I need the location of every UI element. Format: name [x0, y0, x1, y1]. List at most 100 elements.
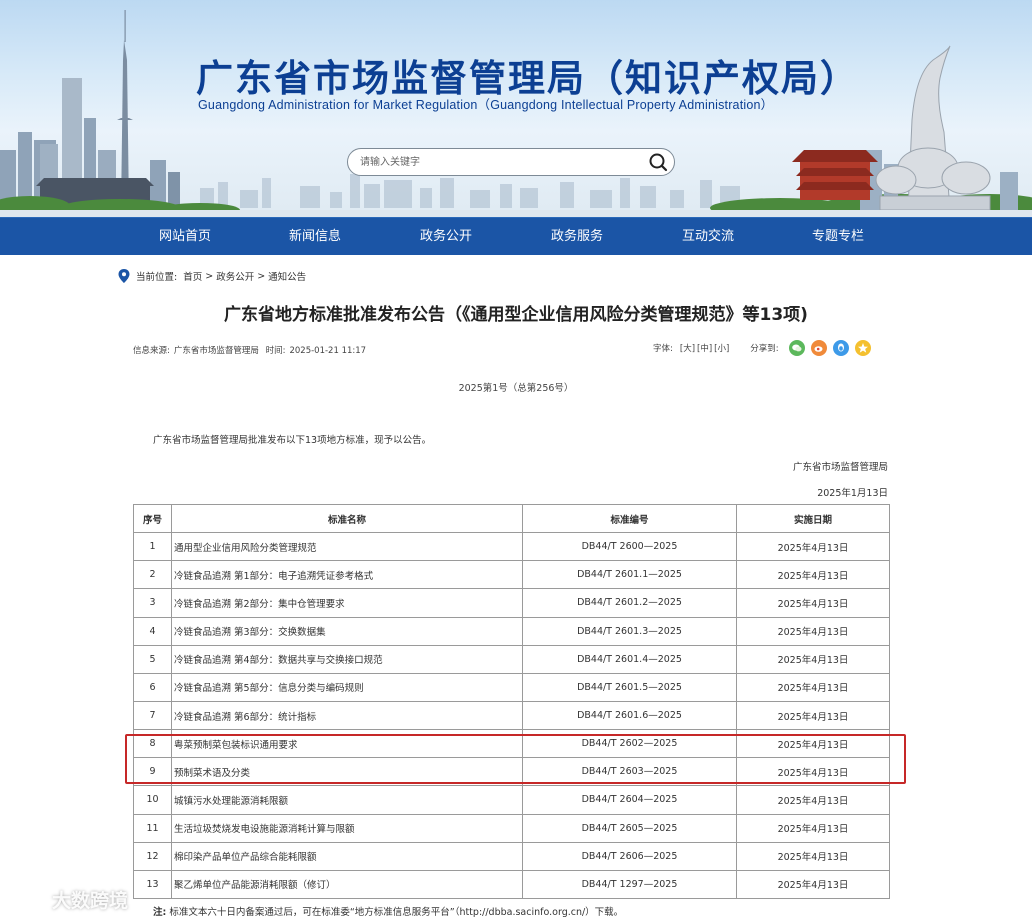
row-standard-name: 冷链食品追溯 第5部分：信息分类与编码规则	[171, 672, 523, 702]
breadcrumb-home[interactable]: 首页	[183, 269, 202, 283]
row-implementation-date: 2025年4月13日	[736, 841, 890, 871]
table-header-row: 序号 标准名称 标准编号 实施日期	[133, 503, 890, 534]
font-size-medium-button[interactable]: [中]	[697, 342, 712, 354]
nav-item-home[interactable]: 网站首页	[159, 218, 211, 256]
row-standard-number: DB44/T 2605—2025	[522, 813, 737, 843]
row-standard-name: 冷链食品追溯 第1部分：电子追溯凭证参考格式	[171, 560, 523, 590]
font-size-large-button[interactable]: [大]	[680, 342, 695, 354]
watermark-text: 大数跨境	[52, 889, 129, 912]
row-standard-name: 冷链食品追溯 第3部分：交换数据集	[171, 616, 523, 646]
table-row: 8 粤菜预制菜包装标识通用要求 DB44/T 2602—2025 2025年4月13日	[133, 729, 890, 759]
nav-item-government-services[interactable]: 政务服务	[551, 218, 603, 256]
row-standard-name: 棉印染产品单位产品综合能耗限额	[171, 841, 523, 871]
row-index: 13	[133, 869, 172, 899]
row-standard-number: DB44/T 2601.1—2025	[522, 560, 737, 590]
row-implementation-date: 2025年4月13日	[736, 672, 890, 702]
row-index: 12	[133, 841, 172, 871]
search-box	[347, 148, 675, 176]
row-standard-name: 生活垃圾焚烧发电设施能源消耗计算与限额	[171, 813, 523, 843]
row-index: 10	[133, 785, 172, 815]
share-label: 分享到:	[750, 344, 779, 354]
footnote: 注: 标准文本六十日内备案通过后，可在标准委“地方标准信息服务平台”（http:…	[153, 904, 623, 918]
search-icon[interactable]	[648, 152, 668, 172]
row-implementation-date: 2025年4月13日	[736, 560, 890, 590]
table-row: 4 冷链食品追溯 第3部分：交换数据集 DB44/T 2601.3—2025 2025…	[133, 616, 890, 646]
wechat-icon[interactable]	[788, 340, 805, 356]
time-label: 时间:	[265, 346, 286, 356]
article-meta: 信息来源: 广东省市场监督管理局 时间: 2025-01-21 11:17	[133, 344, 370, 356]
row-index: 4	[133, 616, 172, 646]
row-index: 2	[133, 560, 172, 590]
row-standard-number: DB44/T 2601.2—2025	[522, 588, 737, 618]
row-standard-number: DB44/T 1297—2025	[522, 869, 737, 899]
time-value: 2025-01-21 11:17	[289, 346, 367, 356]
row-implementation-date: 2025年4月13日	[736, 729, 890, 759]
breadcrumb-notices[interactable]: 通知公告	[268, 269, 306, 283]
row-standard-name: 通用型企业信用风险分类管理规范	[171, 532, 523, 562]
row-implementation-date: 2025年4月13日	[736, 616, 890, 646]
issuer: 广东省市场监督管理局	[792, 462, 888, 473]
row-standard-name: 冷链食品追溯 第2部分：集中仓管理要求	[171, 588, 523, 618]
qzone-icon[interactable]	[854, 340, 871, 356]
table-row: 11 生活垃圾焚烧发电设施能源消耗计算与限额 DB44/T 2605—2025 202…	[133, 813, 890, 843]
row-standard-number: DB44/T 2602—2025	[522, 729, 737, 759]
font-size-small-button[interactable]: [小]	[714, 342, 729, 354]
row-standard-number: DB44/T 2601.5—2025	[522, 672, 737, 702]
header-standard-name: 标准名称	[171, 503, 523, 534]
row-standard-name: 预制菜术语及分类	[171, 757, 523, 787]
row-standard-name: 冷链食品追溯 第6部分：统计指标	[171, 700, 523, 731]
row-standard-name: 冷链食品追溯 第4部分：数据共享与交换接口规范	[171, 644, 523, 674]
row-implementation-date: 2025年4月13日	[736, 700, 890, 731]
standards-table: 序号 标准名称 标准编号 实施日期 1 通用型企业信用风险分类管理规范 DB44/T…	[133, 503, 890, 899]
table-row: 3 冷链食品追溯 第2部分：集中仓管理要求 DB44/T 2601.2—2025 20…	[133, 588, 890, 618]
main-nav: 网站首页 新闻信息 政务公开 政务服务 互动交流 专题专栏	[0, 217, 1032, 255]
row-implementation-date: 2025年4月13日	[736, 869, 890, 899]
font-label: 字体:	[653, 344, 673, 354]
row-standard-number: DB44/T 2606—2025	[522, 841, 737, 871]
nav-item-news[interactable]: 新闻信息	[289, 218, 341, 256]
nav-item-government-affairs[interactable]: 政务公开	[420, 218, 472, 256]
row-standard-number: DB44/T 2601.6—2025	[522, 700, 737, 731]
search-input[interactable]	[360, 153, 640, 171]
table-row: 2 冷链食品追溯 第1部分：电子追溯凭证参考格式 DB44/T 2601.1—202…	[133, 560, 890, 590]
document-number: 2025第1号（总第256号）	[458, 383, 574, 394]
row-standard-name: 聚乙烯单位产品能源消耗限额（修订）	[171, 869, 523, 899]
row-index: 5	[133, 644, 172, 674]
table-row: 6 冷链食品追溯 第5部分：信息分类与编码规则 DB44/T 2601.5—2025…	[133, 672, 890, 702]
row-implementation-date: 2025年4月13日	[736, 532, 890, 562]
row-index: 8	[133, 729, 172, 759]
table-row: 1 通用型企业信用风险分类管理规范 DB44/T 2600—2025 2025年4月1…	[133, 532, 890, 562]
source-label: 信息来源:	[133, 346, 170, 356]
watermark-logo-icon	[8, 890, 47, 908]
row-implementation-date: 2025年4月13日	[736, 757, 890, 787]
table-row: 7 冷链食品追溯 第6部分：统计指标 DB44/T 2601.6—2025 2025年…	[133, 700, 890, 731]
nav-item-interaction[interactable]: 互动交流	[682, 218, 734, 256]
row-standard-number: DB44/T 2601.4—2025	[522, 644, 737, 674]
row-standard-name: 粤菜预制菜包装标识通用要求	[171, 729, 523, 759]
site-subtitle: Guangdong Administration for Market Regu…	[198, 98, 774, 112]
weibo-icon[interactable]	[810, 340, 827, 356]
intro-text: 广东省市场监督管理局批准发布以下13项地方标准，现予以公告。	[153, 435, 432, 446]
table-body: 1 通用型企业信用风险分类管理规范 DB44/T 2600—2025 2025年4月1…	[133, 532, 890, 899]
breadcrumb-separator: >	[257, 270, 266, 282]
header-banner: 广东省市场监督管理局（知识产权局） Guangdong Administrati…	[0, 0, 1032, 218]
breadcrumb-label: 当前位置:	[136, 272, 178, 283]
row-index: 3	[133, 588, 172, 618]
row-implementation-date: 2025年4月13日	[736, 785, 890, 815]
row-standard-name: 城镇污水处理能源消耗限额	[171, 785, 523, 815]
row-index: 6	[133, 672, 172, 702]
row-implementation-date: 2025年4月13日	[736, 644, 890, 674]
row-index: 9	[133, 757, 172, 787]
row-index: 1	[133, 532, 172, 562]
issue-date: 2025年1月13日	[817, 488, 888, 499]
row-standard-number: DB44/T 2603—2025	[522, 757, 737, 787]
article-tools: 字体: [大] [中] [小] 分享到:	[653, 339, 871, 357]
row-index: 11	[133, 813, 172, 843]
source-value: 广东省市场监督管理局	[173, 346, 259, 356]
breadcrumb-government-affairs[interactable]: 政务公开	[216, 269, 254, 283]
row-standard-number: DB44/T 2604—2025	[522, 785, 737, 815]
nav-item-special-topics[interactable]: 专题专栏	[812, 218, 864, 256]
qq-icon[interactable]	[832, 340, 849, 356]
row-implementation-date: 2025年4月13日	[736, 813, 890, 843]
location-pin-icon	[118, 269, 130, 283]
